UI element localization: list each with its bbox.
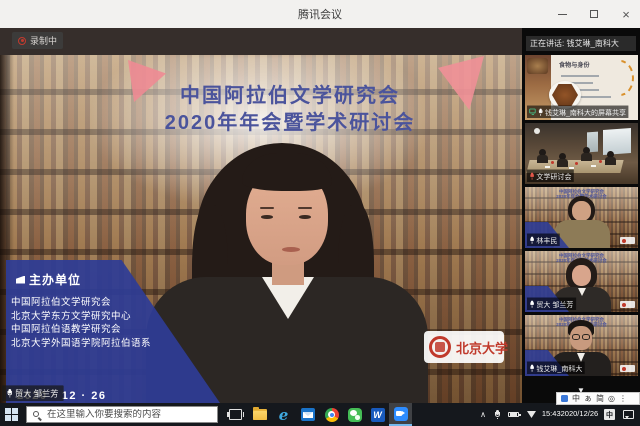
ime-mode-toggle[interactable]: 中 <box>572 395 580 403</box>
maximize-button[interactable] <box>586 6 602 22</box>
record-dot-icon <box>18 37 26 45</box>
organization: 中国阿拉伯文学研究会 <box>11 296 151 310</box>
file-explorer-button[interactable] <box>252 407 267 422</box>
word-icon <box>371 408 385 422</box>
tray-expand-chevron-icon[interactable] <box>480 410 486 419</box>
participant-label: 贸大 邹兰芳 <box>527 298 576 310</box>
task-view-icon <box>229 409 242 420</box>
window-title: 腾讯会议 <box>298 6 342 22</box>
thumbnail-screen-share[interactable]: 食物与身份 钱艾琳_南科大的屏幕共享 <box>525 55 638 120</box>
tray-time: 15:43 <box>542 410 561 419</box>
organization: 中国阿拉伯语教学研究会 <box>11 323 151 337</box>
main-speaker-badge: 贸大 邹兰芳 <box>2 385 63 401</box>
conference-title-line2: 2020年年会暨学术研讨会 <box>110 110 470 137</box>
microphone-icon <box>529 364 534 371</box>
thumbnail-meeting-room[interactable]: 文学研讨会 <box>525 123 638 184</box>
participant-label: 钱艾琳_南科大 <box>527 362 585 374</box>
task-view-button[interactable] <box>228 407 243 422</box>
recording-indicator[interactable]: 录制中 <box>12 32 63 49</box>
participant-label: 钱艾琳_南科大的屏幕共享 <box>527 106 628 118</box>
microphone-icon <box>538 108 543 115</box>
system-tray: 15:43 2020/12/26 中 <box>476 403 640 426</box>
chrome-icon <box>325 408 339 422</box>
ime-logo-icon <box>561 395 568 402</box>
microphone-icon <box>529 300 534 307</box>
microphone-icon <box>529 236 534 243</box>
battery-icon <box>508 412 519 418</box>
app-window: 腾讯会议 录制中 中国阿拉伯文学研究会 2020年年会暨学术研讨会 <box>0 0 640 426</box>
wechat-button[interactable] <box>347 407 362 422</box>
host-panel-heading: 主办单位 <box>16 271 81 288</box>
window-titlebar[interactable]: 腾讯会议 <box>0 0 640 28</box>
host-panel-icon <box>16 276 25 284</box>
university-seal-icon <box>429 336 451 358</box>
participants-sidebar: 正在讲话: 钱艾琳_南科大 食物与身份 钱艾琳_南科大的屏幕共享 <box>522 28 640 403</box>
window-controls <box>554 0 634 28</box>
start-button[interactable] <box>5 408 19 421</box>
search-icon <box>32 410 42 420</box>
close-button[interactable] <box>618 6 634 22</box>
screen-share-icon <box>529 109 535 115</box>
organization: 北京大学东方文学研究中心 <box>11 310 151 324</box>
ime-settings-icon[interactable]: ◎ <box>608 395 615 403</box>
thumbnail-active-speaker[interactable]: 中国阿拉伯文学研究会 2020年年会暨学术研讨会 钱艾琳_南科大 <box>525 315 638 376</box>
meeting-stage: 录制中 中国阿拉伯文学研究会 2020年年会暨学术研讨会 <box>0 28 522 403</box>
minimize-button[interactable] <box>554 6 570 22</box>
active-speaker-banner: 正在讲话: 钱艾琳_南科大 <box>526 36 636 51</box>
tray-date: 2020/12/26 <box>561 410 599 419</box>
participant-label: 林丰民 <box>527 234 560 246</box>
network-indicator[interactable] <box>527 411 536 418</box>
participant-label: 文学研讨会 <box>527 170 574 182</box>
search-input[interactable] <box>47 409 212 420</box>
wall-clock <box>534 128 540 134</box>
recording-label: 录制中 <box>30 34 57 47</box>
maximize-icon <box>590 10 598 18</box>
ime-kana-toggle[interactable]: ぁ <box>584 395 592 403</box>
thumbnail-participant[interactable]: 中国阿拉伯文学研究会 2020年年会暨学术研讨会 贸大 邹兰芳 <box>525 251 638 312</box>
conference-title-overlay: 中国阿拉伯文学研究会 2020年年会暨学术研讨会 <box>110 83 470 137</box>
tray-microphone-button[interactable] <box>494 410 500 419</box>
minimize-icon <box>558 14 567 15</box>
word-button[interactable] <box>370 407 385 422</box>
microphone-icon <box>7 389 13 397</box>
muted-microphone-icon <box>529 172 534 179</box>
main-video[interactable]: 中国阿拉伯文学研究会 2020年年会暨学术研讨会 <box>0 55 522 403</box>
microphone-icon <box>494 410 500 419</box>
ime-more-icon[interactable]: ⋮ <box>619 395 627 403</box>
taskbar-search-box[interactable] <box>26 406 218 423</box>
windows-taskbar: 15:43 2020/12/26 中 <box>0 403 640 426</box>
host-organizations: 中国阿拉伯文学研究会 北京大学东方文学研究中心 中国阿拉伯语教学研究会 北京大学… <box>11 296 151 350</box>
ime-toolbar[interactable]: 中 ぁ 简 ◎ ⋮ <box>556 392 640 405</box>
ime-language-icon: 中 <box>604 409 615 420</box>
tencent-meeting-button[interactable] <box>389 403 412 426</box>
main-speaker-name: 贸大 邹兰芳 <box>15 387 59 399</box>
battery-indicator[interactable] <box>508 412 519 418</box>
glasses-icon <box>572 334 580 340</box>
action-center-button[interactable] <box>623 410 636 419</box>
ime-indicator[interactable]: 中 <box>604 409 615 420</box>
mail-icon <box>301 408 315 421</box>
mail-button[interactable] <box>300 407 315 422</box>
slide-title: 食物与身份 <box>559 60 590 69</box>
thumbnail-participant[interactable]: 中国阿拉伯文学研究会 2020年年会暨学术研讨会 林丰民 <box>525 187 638 248</box>
ime-simplified-toggle[interactable]: 简 <box>596 395 604 403</box>
wechat-icon <box>348 408 362 422</box>
conference-title-line1: 中国阿拉伯文学研究会 <box>110 83 470 110</box>
network-icon <box>527 411 536 418</box>
university-logo: 北京大学 <box>424 331 504 363</box>
internet-explorer-button[interactable] <box>276 407 291 422</box>
chrome-button[interactable] <box>324 407 339 422</box>
action-center-icon <box>623 410 634 419</box>
taskbar-clock[interactable]: 15:43 2020/12/26 <box>544 410 596 419</box>
folder-icon <box>253 409 267 420</box>
tencent-meeting-icon <box>394 407 408 421</box>
organization: 北京大学外国语学院阿拉伯语系 <box>11 337 151 351</box>
university-name: 北京大学 <box>456 338 508 357</box>
